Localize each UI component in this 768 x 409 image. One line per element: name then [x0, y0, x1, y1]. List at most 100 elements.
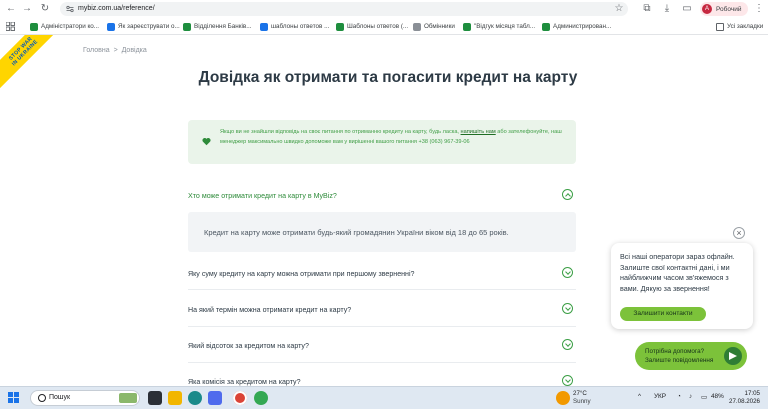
- faq-answer: Кредит на карту може отримати будь-який …: [188, 212, 576, 252]
- bookmark-item[interactable]: Відділення Банків...: [183, 21, 252, 32]
- address-bar[interactable]: mybiz.com.ua/reference/: [60, 2, 628, 16]
- bookmarks-bar: Адміністратори ко... Як зареєструвати о.…: [0, 18, 768, 35]
- chat-close-button[interactable]: ×: [733, 227, 745, 239]
- help-line-2: Залиште повідомлення: [645, 357, 714, 364]
- bookmark-label: Адміністратори ко...: [41, 23, 100, 30]
- sidepanel-icon[interactable]: ▭: [680, 2, 694, 16]
- heart-icon: [202, 137, 211, 146]
- divider: [188, 326, 576, 327]
- tray-chevron-icon[interactable]: ^: [638, 393, 641, 400]
- faq-answer-text: Кредит на карту може отримати будь-який …: [204, 228, 509, 237]
- reload-icon[interactable]: ↻: [38, 2, 52, 16]
- faq-question[interactable]: Який відсоток за кредитом на карту?: [188, 342, 309, 350]
- sheets-icon: [463, 22, 471, 31]
- chevron-down-icon[interactable]: [562, 339, 573, 350]
- globe-icon: [413, 22, 421, 31]
- info-text: Якщо ви не знайшли відповідь на своє пит…: [220, 128, 565, 147]
- breadcrumb-separator: >: [113, 47, 118, 54]
- breadcrumb-home[interactable]: Головна: [83, 47, 110, 54]
- sheets-icon: [30, 22, 38, 31]
- info-text-start: Якщо ви не знайшли відповідь на своє пит…: [220, 129, 461, 135]
- bookmark-item[interactable]: Адміністратори ко...: [30, 21, 99, 32]
- bookmark-label: Як зареєструвати о...: [118, 23, 180, 30]
- stop-war-ribbon: STOP WAR IN UKRAINE: [0, 35, 62, 90]
- sheets-icon: [542, 22, 550, 31]
- faq-question[interactable]: Яку суму кредиту на карту можна отримати…: [188, 270, 415, 278]
- search-icon: [38, 394, 46, 402]
- help-chat-button[interactable]: Потрібна допомога? Залиште повідомлення: [635, 342, 747, 370]
- weather-temp: 27°C: [573, 390, 587, 397]
- downloads-icon[interactable]: ⤓: [660, 2, 674, 16]
- battery-percent: 48%: [711, 393, 724, 400]
- bookmark-label: Шаблоны ответов (...: [347, 23, 409, 30]
- bookmark-item[interactable]: шаблоны ответов ...: [260, 21, 329, 32]
- back-icon[interactable]: ←: [4, 2, 18, 16]
- task-view-icon[interactable]: [148, 391, 162, 405]
- divider: [188, 362, 576, 363]
- weather-sun-icon[interactable]: [556, 391, 570, 405]
- forward-icon[interactable]: →: [20, 2, 34, 16]
- avatar: А: [702, 4, 712, 14]
- extensions-icon[interactable]: ⧉: [640, 2, 654, 16]
- chat-message: Всі наші оператори зараз офлайн. Залиште…: [620, 252, 735, 293]
- chevron-up-icon[interactable]: [562, 189, 573, 200]
- search-label: Пошук: [49, 394, 71, 401]
- bookmark-item[interactable]: Администрирован...: [542, 21, 611, 32]
- bookmark-item[interactable]: Шаблоны ответов (...: [336, 21, 408, 32]
- page-title: Довідка як отримати та погасити кредит н…: [198, 69, 578, 86]
- file-explorer-icon[interactable]: [168, 391, 182, 405]
- chevron-down-icon[interactable]: [562, 267, 573, 278]
- chevron-down-icon[interactable]: [562, 303, 573, 314]
- bookmark-label: шаблоны ответов ...: [271, 23, 330, 30]
- weather-desc: Sunny: [573, 398, 591, 405]
- write-us-link[interactable]: напишіть нам: [461, 129, 496, 135]
- taskbar: Пошук 27°C Sunny ^ УКР ◔ ♪ ▭ 48% 17:05 2…: [0, 386, 768, 409]
- chat-popup: Всі наші оператори зараз офлайн. Залиште…: [611, 243, 753, 329]
- chrome-profile-icon[interactable]: [254, 391, 268, 405]
- folder-icon: [716, 22, 724, 31]
- docs-icon: [260, 22, 268, 31]
- volume-icon[interactable]: ♪: [689, 393, 692, 400]
- page-content: STOP WAR IN UKRAINE Головна > Довідка До…: [0, 35, 768, 386]
- star-icon[interactable]: ☆: [612, 2, 626, 16]
- menu-icon[interactable]: ⋮: [752, 2, 766, 16]
- clock-date[interactable]: 27.08.2026: [727, 398, 760, 405]
- apps-icon[interactable]: [6, 22, 15, 31]
- search-highlight-icon: [119, 393, 137, 403]
- chevron-down-icon[interactable]: [562, 375, 573, 386]
- wifi-icon[interactable]: ◔: [677, 393, 681, 400]
- info-box: Якщо ви не знайшли відповідь на своє пит…: [188, 120, 576, 164]
- bookmark-item[interactable]: "Відгук місяця табл...: [463, 21, 535, 32]
- help-line-1: Потрібна допомога?: [645, 348, 705, 355]
- all-bookmarks-label: Усі закладки: [727, 23, 764, 30]
- profile-chip[interactable]: А Робочий: [700, 2, 748, 16]
- sheets-icon: [183, 22, 191, 31]
- language-indicator[interactable]: УКР: [654, 393, 666, 400]
- docs-icon: [107, 22, 115, 31]
- windows-start-icon[interactable]: [8, 392, 19, 403]
- site-info-icon[interactable]: [66, 5, 74, 13]
- faq-question[interactable]: На який термін можна отримати кредит на …: [188, 306, 351, 314]
- store-icon[interactable]: [208, 391, 222, 405]
- faq-question[interactable]: Хто може отримати кредит на карту в MyBi…: [188, 192, 337, 200]
- send-icon: [724, 347, 742, 365]
- sheets-icon: [336, 22, 344, 31]
- clock-time[interactable]: 17:05: [730, 390, 760, 397]
- battery-icon[interactable]: ▭: [701, 393, 707, 401]
- chrome-icon[interactable]: [233, 391, 247, 405]
- taskbar-search[interactable]: Пошук: [30, 390, 140, 406]
- bookmark-label: Администрирован...: [553, 23, 612, 30]
- breadcrumb: Головна > Довідка: [83, 47, 149, 54]
- breadcrumb-current: Довідка: [121, 47, 147, 54]
- browser-toolbar: ← → ↻ mybiz.com.ua/reference/ ☆ ⧉ ⤓ ▭ А …: [0, 0, 768, 18]
- edge-icon[interactable]: [188, 391, 202, 405]
- bookmark-label: Обмінники: [424, 23, 455, 30]
- faq-question[interactable]: Яка комісія за кредитом на карту?: [188, 378, 301, 386]
- bookmark-label: "Відгук місяця табл...: [474, 23, 536, 30]
- divider: [188, 289, 576, 290]
- all-bookmarks[interactable]: Усі закладки: [716, 21, 763, 32]
- url-text: mybiz.com.ua/reference/: [78, 5, 155, 12]
- bookmark-item[interactable]: Обмінники: [413, 21, 455, 32]
- leave-contacts-button[interactable]: Залишити контакти: [620, 307, 706, 321]
- bookmark-item[interactable]: Як зареєструвати о...: [107, 21, 180, 32]
